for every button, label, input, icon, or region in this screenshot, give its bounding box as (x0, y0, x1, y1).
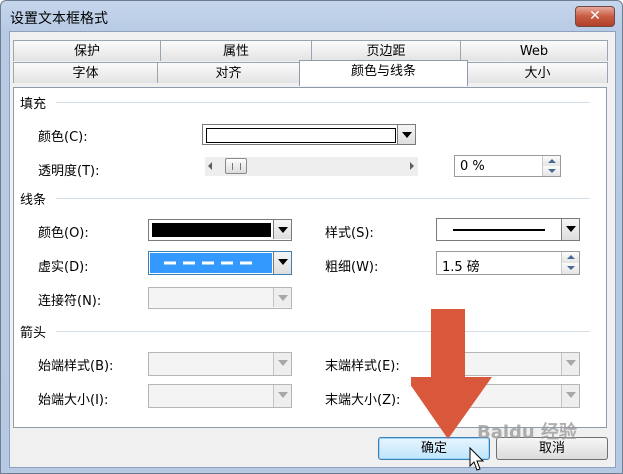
ok-button-label: 确定 (420, 441, 447, 456)
tab-protect[interactable]: 保护 (13, 40, 161, 61)
end-size-label: 末端大小(Z): (325, 393, 401, 408)
chevron-down-icon[interactable] (273, 220, 291, 239)
section-fill-heading: 填充 (20, 97, 47, 112)
fill-color-swatch (206, 128, 396, 143)
chevron-down-icon[interactable] (273, 252, 291, 274)
line-color-dropdown[interactable] (148, 219, 292, 241)
mouse-cursor-icon (469, 447, 485, 471)
line-color-swatch (152, 223, 271, 237)
dash-selected-highlight (150, 253, 272, 273)
tab-label: 对齐 (215, 66, 242, 81)
slider-left-arrow-icon[interactable] (208, 162, 212, 170)
spin-down-icon[interactable] (543, 166, 560, 176)
tab-web[interactable]: Web (460, 40, 608, 61)
tab-label: 颜色与线条 (350, 64, 416, 79)
line-color-label: 颜色(O): (38, 226, 89, 241)
dashed-line-sample (164, 261, 258, 265)
section-divider (56, 102, 590, 103)
begin-size-dropdown[interactable] (148, 384, 292, 408)
transparency-value: 0 % (460, 159, 485, 174)
line-weight-label: 粗细(W): (325, 260, 379, 275)
line-style-dropdown[interactable] (436, 218, 580, 241)
transparency-label: 透明度(T): (38, 164, 100, 179)
chevron-down-icon[interactable] (273, 288, 291, 307)
tab-font[interactable]: 字体 (13, 62, 158, 83)
chevron-down-icon[interactable] (561, 385, 579, 407)
fill-color-dropdown[interactable] (202, 124, 416, 145)
chevron-down-icon[interactable] (561, 353, 579, 375)
spin-down-icon[interactable] (562, 263, 579, 274)
connector-label: 连接符(N): (38, 294, 102, 309)
line-weight-value: 1.5 磅 (442, 260, 480, 275)
tab-size[interactable]: 大小 (467, 62, 608, 83)
fill-color-label: 颜色(C): (38, 130, 88, 145)
tab-label: 页边距 (366, 44, 406, 59)
section-divider (56, 198, 590, 199)
dash-label: 虚实(D): (38, 260, 89, 275)
line-style-label: 样式(S): (325, 226, 374, 241)
begin-style-dropdown[interactable] (148, 352, 292, 376)
line-weight-spinner[interactable]: 1.5 磅 (436, 251, 580, 275)
chevron-down-icon[interactable] (561, 219, 579, 240)
close-button[interactable]: ✕ (575, 6, 615, 27)
tab-properties[interactable]: 属性 (160, 40, 312, 61)
chevron-down-icon[interactable] (273, 353, 291, 375)
end-style-label: 末端样式(E): (325, 359, 400, 374)
section-arrows-heading: 箭头 (20, 326, 47, 341)
section-divider (56, 331, 590, 332)
transparency-slider[interactable] (205, 157, 418, 176)
transparency-spinner[interactable]: 0 % (454, 155, 561, 177)
chevron-down-icon[interactable] (273, 385, 291, 407)
tab-colors-and-lines[interactable]: 颜色与线条 (299, 60, 468, 86)
section-line-heading: 线条 (20, 193, 47, 208)
begin-style-label: 始端样式(B): (38, 359, 114, 374)
tab-label: 字体 (72, 66, 99, 81)
begin-size-label: 始端大小(I): (38, 393, 109, 408)
tab-label: 大小 (524, 66, 551, 81)
tab-label: 保护 (73, 44, 100, 59)
solid-line-sample (453, 229, 545, 231)
chevron-down-icon[interactable] (397, 125, 415, 144)
slider-thumb[interactable] (225, 158, 247, 174)
window-title: 设置文本框格式 (10, 11, 108, 27)
dash-type-dropdown[interactable] (148, 251, 292, 275)
close-icon: ✕ (589, 8, 601, 24)
connector-dropdown[interactable] (148, 287, 292, 309)
tab-margins[interactable]: 页边距 (311, 40, 461, 61)
title-bar[interactable]: 设置文本框格式 ✕ (1, 1, 622, 31)
slider-right-arrow-icon[interactable] (410, 162, 414, 170)
watermark-logo: Baidu 经验 (477, 422, 578, 443)
tab-label: Web (519, 44, 549, 59)
tab-alignment[interactable]: 对齐 (157, 62, 300, 83)
tab-label: 属性 (222, 44, 249, 59)
